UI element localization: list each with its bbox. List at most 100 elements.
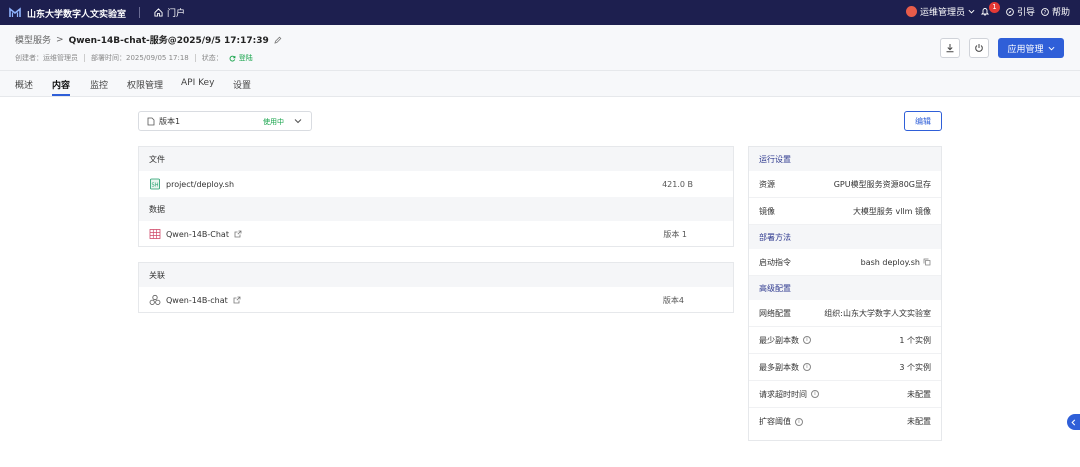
edit-button[interactable]: 编辑 bbox=[904, 111, 942, 131]
timeout-row: 请求超时时间 i 未配置 bbox=[749, 381, 941, 408]
chevron-down-icon bbox=[294, 119, 302, 124]
power-button[interactable] bbox=[969, 38, 989, 58]
meta-divider bbox=[194, 54, 196, 62]
related-version: 版本4 bbox=[662, 295, 684, 305]
status-label: 状态： bbox=[201, 54, 223, 62]
lab-logo-icon[interactable] bbox=[8, 5, 22, 19]
tab-content[interactable]: 内容 bbox=[52, 78, 70, 91]
max-replicas-row: 最多副本数 i 3 个实例 bbox=[749, 354, 941, 381]
help-button[interactable]: ? 帮助 bbox=[1041, 5, 1070, 18]
tab-overview[interactable]: 概述 bbox=[15, 78, 33, 91]
chevron-down-icon bbox=[1048, 46, 1054, 50]
info-icon[interactable]: i bbox=[803, 363, 811, 371]
external-link-icon[interactable] bbox=[234, 230, 242, 238]
notification-badge: 1 bbox=[988, 2, 1000, 13]
dataset-icon bbox=[149, 229, 161, 239]
version-select[interactable]: 版本1 使用中 bbox=[138, 111, 312, 131]
data-header: 数据 bbox=[139, 197, 733, 221]
min-replicas-key: 最少副本数 bbox=[759, 335, 799, 345]
compass-icon bbox=[1006, 7, 1014, 16]
portal-label: 门户 bbox=[167, 9, 186, 19]
download-icon bbox=[946, 44, 954, 53]
max-replicas-value: 3 个实例 bbox=[899, 362, 931, 372]
external-link-icon[interactable] bbox=[233, 296, 241, 304]
advanced-config-header: 高级配置 bbox=[749, 276, 941, 300]
max-replicas-key-wrap: 最多副本数 i bbox=[759, 362, 811, 373]
resource-key: 资源 bbox=[759, 179, 775, 189]
app-manage-label: 应用管理 bbox=[1007, 44, 1044, 55]
min-replicas-value: 1 个实例 bbox=[899, 335, 931, 345]
start-command-value: bash deploy.sh bbox=[860, 257, 920, 267]
timeout-key-wrap: 请求超时时间 i bbox=[759, 389, 819, 400]
resource-value: GPU模型服务资源80G显存 bbox=[833, 179, 931, 189]
start-command-key: 启动指令 bbox=[759, 257, 791, 267]
status-value: 登陆 bbox=[238, 54, 253, 62]
topbar-divider bbox=[139, 7, 140, 18]
status-badge: 登陆 bbox=[229, 53, 253, 63]
tab-monitor[interactable]: 监控 bbox=[90, 78, 108, 91]
user-menu[interactable]: 运维管理员 bbox=[905, 5, 975, 18]
version-label: 版本1 bbox=[159, 116, 181, 126]
notification-button[interactable]: 1 bbox=[980, 2, 1000, 17]
related-row[interactable]: Qwen-14B-chat 版本4 bbox=[139, 287, 733, 313]
home-icon bbox=[154, 8, 163, 17]
breadcrumb-separator: > bbox=[56, 34, 64, 45]
deploy-method-header: 部署方法 bbox=[749, 225, 941, 249]
guide-button[interactable]: 引导 bbox=[1006, 5, 1035, 18]
model-icon bbox=[149, 294, 161, 305]
start-command-row: 启动指令 bash deploy.sh bbox=[749, 249, 941, 276]
brand-name[interactable]: 山东大学数字人文实验室 bbox=[27, 7, 126, 20]
file-icon bbox=[147, 117, 155, 125]
data-name: Qwen-14B-Chat bbox=[166, 229, 229, 239]
page-title: Qwen-14B-chat-服务@2025/9/5 17:17:39 bbox=[68, 36, 269, 46]
file-size: 421.0 B bbox=[662, 179, 693, 189]
settings-panel: 运行设置 资源 GPU模型服务资源80G显存 镜像 大模型服务 vllm 镜像 … bbox=[748, 146, 942, 441]
tab-api-key[interactable]: API Key bbox=[181, 78, 214, 88]
info-icon[interactable]: i bbox=[795, 417, 803, 426]
info-icon[interactable]: i bbox=[811, 390, 819, 398]
svg-text:SH: SH bbox=[152, 183, 159, 189]
max-replicas-key: 最多副本数 bbox=[759, 362, 799, 372]
start-command-value-wrap: bash deploy.sh bbox=[861, 258, 931, 267]
min-replicas-row: 最少副本数 i 1 个实例 bbox=[749, 327, 941, 354]
chevron-down-icon bbox=[968, 9, 975, 14]
version-status: 使用中 bbox=[263, 118, 284, 126]
top-nav-bar: 山东大学数字人文实验室 门户 运维管理员 1 引导 ? 帮助 bbox=[0, 0, 1080, 25]
data-row[interactable]: Qwen-14B-Chat 版本 1 bbox=[139, 221, 733, 247]
portal-link[interactable]: 门户 bbox=[154, 6, 185, 19]
active-tab-indicator bbox=[52, 94, 70, 96]
tab-bar: 概述 内容 监控 权限管理 API Key 设置 bbox=[0, 71, 1080, 97]
avatar bbox=[905, 6, 917, 17]
help-icon: ? bbox=[1041, 7, 1049, 16]
shell-file-icon: SH bbox=[150, 178, 160, 190]
power-icon bbox=[975, 44, 983, 52]
info-icon[interactable]: i bbox=[803, 336, 811, 344]
files-header: 文件 bbox=[139, 147, 733, 171]
run-settings-header: 运行设置 bbox=[749, 147, 941, 171]
scale-threshold-value: 未配置 bbox=[907, 417, 931, 426]
copy-icon[interactable] bbox=[923, 258, 931, 266]
network-row: 网络配置 组织:山东大学数字人文实验室 bbox=[749, 300, 941, 327]
guide-label: 引导 bbox=[1016, 8, 1035, 18]
creator-text: 创建者：运维管理员 bbox=[15, 54, 78, 62]
download-button[interactable] bbox=[940, 38, 960, 58]
files-panel: 文件 SH project/deploy.sh 421.0 B 数据 Qwen-… bbox=[138, 146, 734, 247]
scale-threshold-key: 扩容阈值 bbox=[759, 417, 791, 426]
app-manage-button[interactable]: 应用管理 bbox=[998, 38, 1064, 58]
timeout-value: 未配置 bbox=[907, 389, 931, 399]
breadcrumb-parent[interactable]: 模型服务 bbox=[15, 33, 51, 46]
tab-settings[interactable]: 设置 bbox=[233, 78, 251, 91]
bell-icon bbox=[980, 8, 989, 16]
pencil-icon[interactable] bbox=[274, 36, 282, 44]
tab-permissions[interactable]: 权限管理 bbox=[127, 78, 163, 91]
min-replicas-key-wrap: 最少副本数 i bbox=[759, 335, 811, 346]
chevron-left-icon bbox=[1071, 419, 1076, 425]
scale-threshold-row: 扩容阈值 i 未配置 bbox=[749, 408, 941, 435]
page-header: 模型服务 > Qwen-14B-chat-服务@2025/9/5 17:17:3… bbox=[0, 25, 1080, 71]
related-header: 关联 bbox=[139, 263, 733, 287]
data-version: 版本 1 bbox=[663, 229, 687, 239]
svg-text:?: ? bbox=[1044, 10, 1047, 16]
sidebar-toggle-button[interactable] bbox=[1067, 414, 1080, 430]
file-row[interactable]: SH project/deploy.sh 421.0 B bbox=[139, 171, 733, 197]
file-name: project/deploy.sh bbox=[166, 179, 235, 189]
